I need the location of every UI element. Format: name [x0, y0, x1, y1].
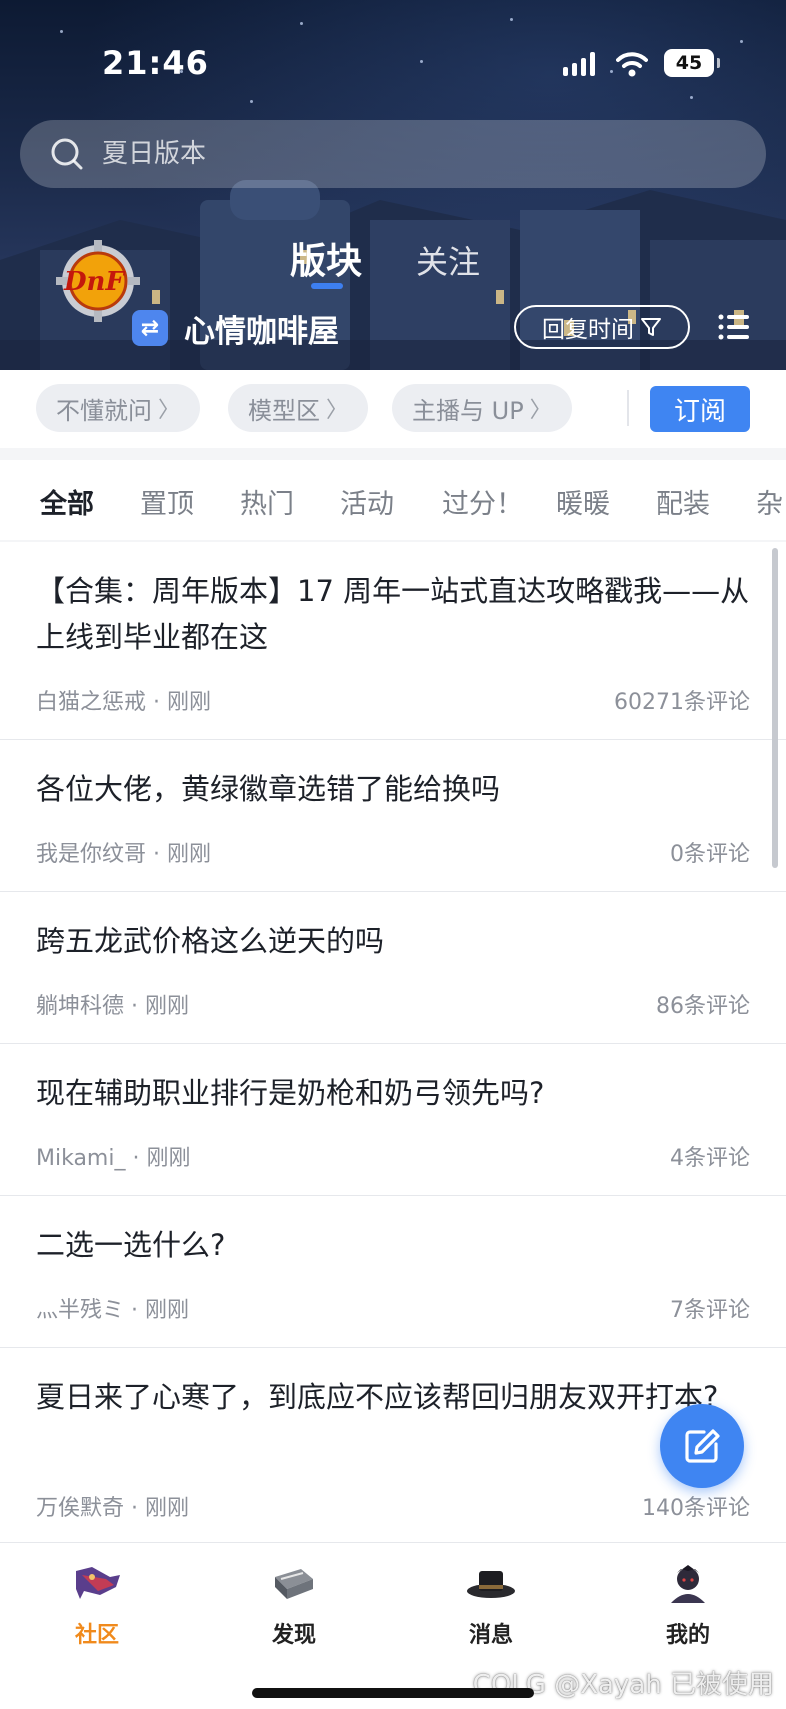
sub-section-bar: 不懂就问〉 模型区〉 主播与 UP 〉 订阅 [0, 370, 786, 448]
post-author: Mikami_ [36, 1146, 126, 1171]
svg-text:DnF: DnF [63, 267, 125, 297]
category-tab-pinned[interactable]: 置顶 [140, 482, 194, 521]
chevron-right-icon: 〉 [326, 398, 349, 423]
nav-label: 发现 [271, 1623, 316, 1648]
post-comment-count: 140条评论 [642, 1496, 750, 1521]
status-bar: 21:46 45 [0, 40, 786, 90]
messages-icon [467, 1571, 515, 1598]
search-icon [51, 138, 83, 170]
nav-label: 社区 [74, 1623, 119, 1648]
category-tabs: 全部 置顶 热门 活动 过分！ 暖暖 配装 杂 [0, 460, 786, 540]
post-time: 刚刚 [145, 994, 190, 1019]
nav-messages[interactable]: 消息 [431, 1561, 551, 1649]
list-menu-icon[interactable] [718, 312, 750, 342]
category-tab-hot[interactable]: 热门 [240, 482, 294, 521]
tab-following[interactable]: 关注 [416, 237, 480, 283]
discover-icon [275, 1569, 313, 1599]
nav-label: 消息 [468, 1623, 513, 1648]
post-comment-count: 86条评论 [656, 994, 750, 1019]
category-tab-warm[interactable]: 暖暖 [556, 482, 610, 521]
nav-profile[interactable]: 我的 [628, 1561, 748, 1649]
chevron-right-icon: 〉 [529, 398, 552, 423]
nav-label: 我的 [665, 1623, 710, 1648]
new-post-button[interactable] [660, 1404, 744, 1488]
post-time: 刚刚 [146, 1146, 191, 1171]
post-meta: 躺坤科德 · 刚刚 [36, 988, 189, 1020]
post-title: 现在辅助职业排行是奶枪和奶弓领先吗? [36, 1076, 545, 1110]
cellular-signal-icon [563, 52, 595, 76]
chip-label: 主播与 UP [412, 396, 524, 425]
home-indicator[interactable] [252, 1688, 534, 1698]
post-item[interactable]: 跨五龙武价格这么逆天的吗 躺坤科德 · 刚刚 86条评论 [0, 892, 786, 1044]
wifi-icon [616, 52, 648, 77]
post-time: 刚刚 [145, 1298, 190, 1323]
post-meta: Mikami_ · 刚刚 [36, 1140, 191, 1172]
category-tab-gear[interactable]: 配装 [656, 482, 710, 521]
post-item[interactable]: 二选一选什么? 灬半残ミ · 刚刚 7条评论 [0, 1196, 786, 1348]
post-comment-count: 7条评论 [670, 1298, 750, 1323]
post-meta: 万俟默奇 · 刚刚 [36, 1490, 189, 1522]
post-title: 跨五龙武价格这么逆天的吗 [36, 924, 385, 958]
meta-separator: · [153, 690, 161, 715]
chip-streamers-up[interactable]: 主播与 UP 〉 [392, 384, 572, 432]
post-author: 万俟默奇 [36, 1496, 125, 1521]
search-input[interactable] [102, 139, 662, 169]
battery-indicator: 45 [664, 49, 720, 77]
post-author: 躺坤科德 [36, 994, 125, 1019]
meta-separator: · [131, 1298, 139, 1323]
post-comment-count: 60271条评论 [614, 690, 750, 715]
post-author: 白猫之惩戒 [36, 690, 147, 715]
switch-forum-icon[interactable]: ⇄ [132, 310, 168, 346]
category-tab-misc[interactable]: 杂 [756, 482, 783, 521]
post-comment-count: 0条评论 [670, 842, 750, 867]
chip-ask-questions[interactable]: 不懂就问〉 [36, 384, 201, 432]
clock: 21:46 [102, 44, 209, 82]
post-time: 刚刚 [145, 1496, 190, 1521]
post-item[interactable]: 现在辅助职业排行是奶枪和奶弓领先吗? Mikami_ · 刚刚 4条评论 [0, 1044, 786, 1196]
post-author: 我是你纹哥 [36, 842, 147, 867]
meta-separator: · [132, 1146, 140, 1171]
post-item[interactable]: 【合集：周年版本】17 周年一站式直达攻略戳我——从上线到毕业都在这 白猫之惩戒… [0, 542, 786, 740]
chip-model-zone[interactable]: 模型区〉 [228, 384, 369, 432]
chip-label: 不懂就问 [56, 396, 152, 425]
category-tab-all[interactable]: 全部 [40, 482, 94, 521]
category-tab-too-much[interactable]: 过分！ [442, 482, 523, 521]
forum-name: 心情咖啡屋 [184, 314, 339, 350]
filter-icon [641, 318, 661, 336]
scrollbar[interactable] [772, 548, 778, 868]
sort-by-reply-time-button[interactable]: 回复时间 [514, 305, 690, 349]
nav-community[interactable]: 社区 [37, 1561, 157, 1649]
post-title: 【合集：周年版本】17 周年一站式直达攻略戳我——从上线到毕业都在这 [36, 574, 750, 654]
edit-icon [685, 1429, 720, 1463]
post-meta: 我是你纹哥 · 刚刚 [36, 836, 211, 868]
active-tab-indicator [311, 283, 343, 289]
subscribe-button[interactable]: 订阅 [650, 386, 750, 432]
sort-label: 回复时间 [542, 317, 634, 343]
meta-separator: · [131, 994, 139, 1019]
meta-separator: · [131, 1496, 139, 1521]
post-list: 【合集：周年版本】17 周年一站式直达攻略戳我——从上线到毕业都在这 白猫之惩戒… [0, 542, 786, 1542]
community-icon [76, 1567, 120, 1599]
post-title: 各位大佬，黄绿徽章选错了能给换吗 [36, 772, 501, 806]
post-item[interactable]: 各位大佬，黄绿徽章选错了能给换吗 我是你纹哥 · 刚刚 0条评论 [0, 740, 786, 892]
chip-label: 模型区 [248, 396, 320, 425]
post-comment-count: 4条评论 [670, 1146, 750, 1171]
post-time: 刚刚 [167, 690, 212, 715]
chevron-right-icon: 〉 [158, 398, 181, 423]
search-bar[interactable] [20, 120, 766, 188]
divider [627, 390, 629, 426]
post-title: 夏日来了心寒了，到底应不应该帮回归朋友双开打本? [36, 1380, 719, 1414]
meta-separator: · [153, 842, 161, 867]
post-title: 二选一选什么? [36, 1228, 226, 1262]
post-author: 灬半残ミ [36, 1298, 125, 1323]
forum-header: 21:46 45 DnF ⇄ 心情咖啡屋 版块 关注 回复时间 [0, 0, 786, 370]
post-meta: 白猫之惩戒 · 刚刚 [36, 684, 211, 716]
category-tab-events[interactable]: 活动 [340, 482, 394, 521]
profile-icon [671, 1565, 705, 1603]
tab-sections[interactable]: 版块 [290, 232, 362, 284]
post-meta: 灬半残ミ · 刚刚 [36, 1292, 189, 1324]
post-time: 刚刚 [167, 842, 212, 867]
nav-discover[interactable]: 发现 [234, 1561, 354, 1649]
